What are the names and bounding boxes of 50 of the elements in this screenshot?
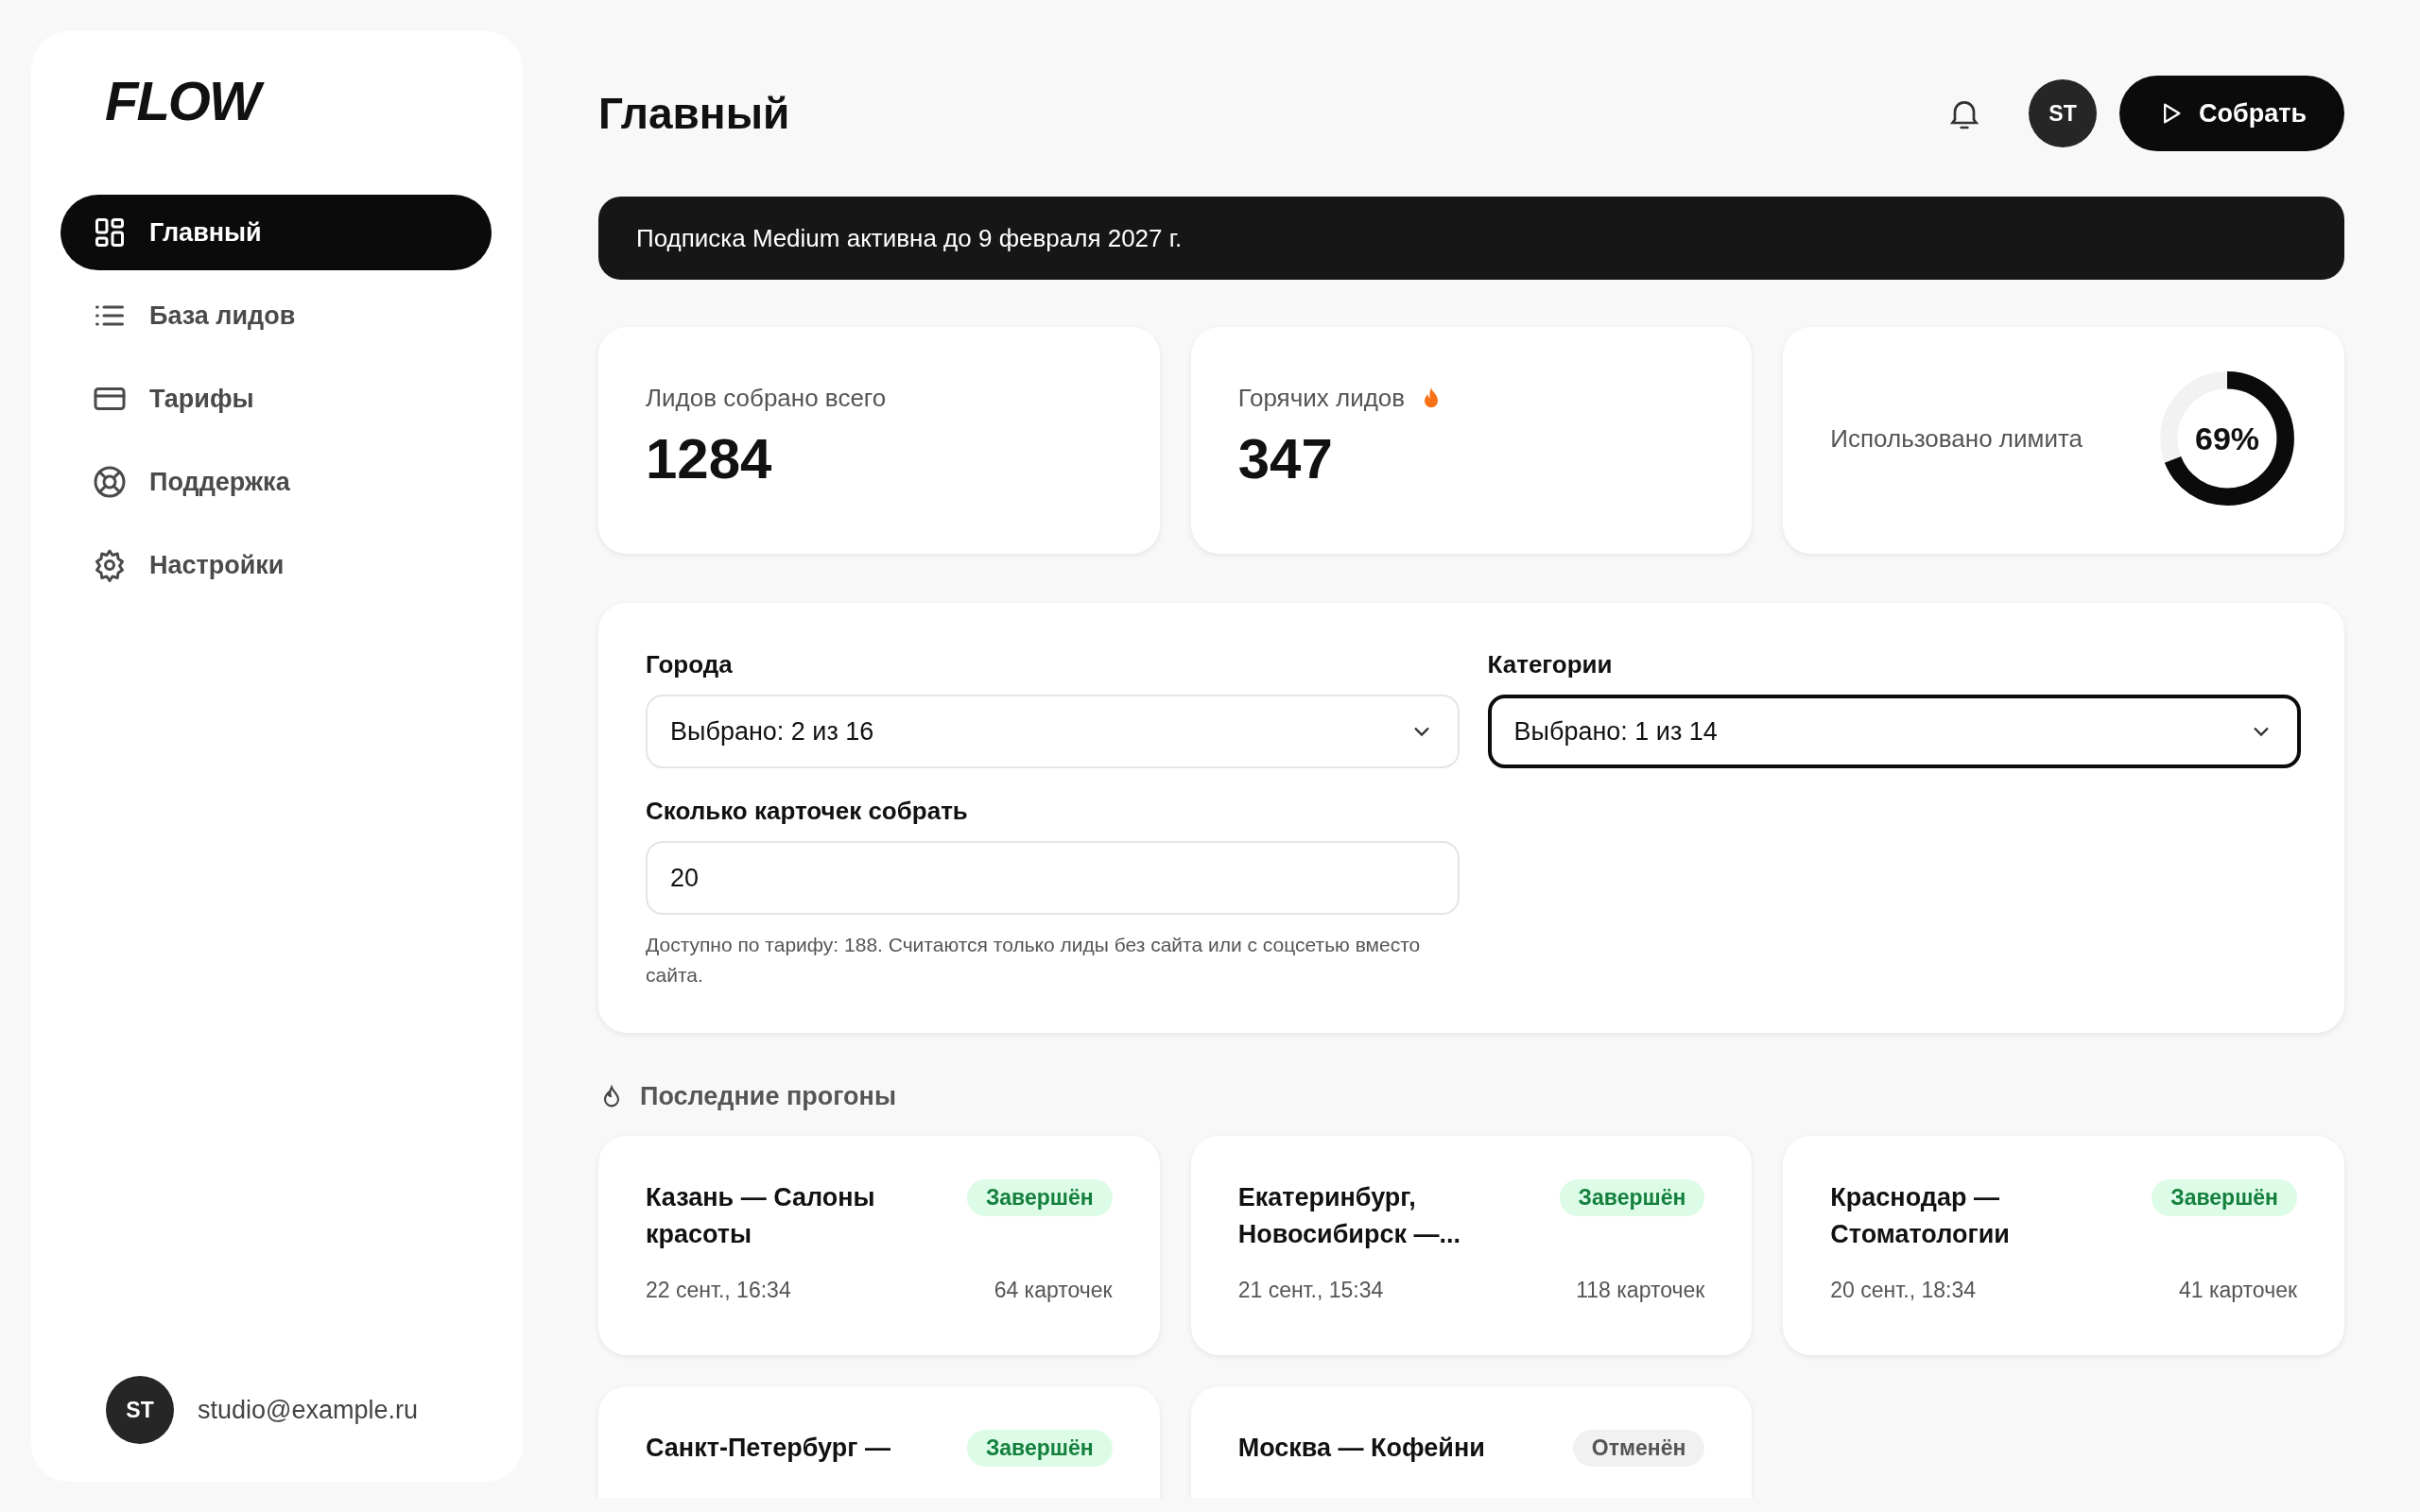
stat-value: 347 bbox=[1237, 426, 1334, 491]
run-title: Казань — Салоны красоты bbox=[646, 1182, 876, 1251]
stat-label: Горячих лидов bbox=[1237, 384, 1406, 413]
run-title: Краснодар — Стоматологии bbox=[1830, 1182, 2011, 1251]
run-card[interactable]: Санкт-Петербург — Завершён bbox=[598, 1386, 1160, 1498]
run-card[interactable]: Краснодар — Стоматологии Завершён 20 сент., 18:34 41 карточек bbox=[1783, 1136, 2344, 1355]
logo: FLOW bbox=[60, 74, 492, 129]
count-input[interactable]: 20 bbox=[646, 841, 1460, 915]
categories-select[interactable]: Выбрано: 1 из 14 bbox=[1487, 695, 2301, 768]
status-badge: Отменён bbox=[1572, 1430, 1705, 1467]
run-card[interactable]: Казань — Салоны красоты Завершён 22 сент., 16:34 64 карточек bbox=[598, 1136, 1160, 1355]
nav-item[interactable]: База лидов bbox=[60, 278, 492, 353]
status-badge: Завершён bbox=[2152, 1179, 2297, 1216]
stat-label: Использовано лимита bbox=[1830, 423, 2083, 454]
stat-label: Лидов собрано всего bbox=[646, 384, 887, 413]
nav-item[interactable]: Тарифы bbox=[60, 361, 492, 437]
grid-icon bbox=[93, 215, 127, 249]
user-email: studio@example.ru bbox=[198, 1395, 419, 1425]
run-date: 20 сент., 18:34 bbox=[1830, 1278, 1976, 1304]
field-label: Категории bbox=[1487, 650, 1614, 679]
run-title: Екатеринбург, Новосибирск —... bbox=[1237, 1182, 1461, 1251]
field-hint: Доступно по тарифу: 188. Считаются только лиды без сайта или с соцсетью вместо сайта. bbox=[646, 933, 1422, 988]
run-date: 21 сент., 15:34 bbox=[1237, 1278, 1384, 1304]
status-badge: Завершён bbox=[966, 1430, 1113, 1467]
ring-percent: 69% bbox=[2194, 422, 2260, 455]
banner-text: Подписка Medium активна до 9 февраля 2027 г. bbox=[636, 223, 1183, 253]
stat-value: 1284 bbox=[646, 426, 773, 491]
status-badge: Завершён bbox=[966, 1179, 1113, 1216]
status-badge: Завершён bbox=[1559, 1179, 1705, 1216]
page-title: Главный bbox=[598, 88, 791, 139]
lifebuoy-icon bbox=[93, 465, 127, 499]
field-label: Города bbox=[646, 650, 734, 679]
run-count: 41 карточек bbox=[2178, 1278, 2297, 1304]
section-title: Последние прогоны bbox=[640, 1082, 896, 1111]
run-title: Москва — Кофейни bbox=[1237, 1433, 1485, 1464]
nav-item[interactable]: Главный bbox=[60, 195, 492, 270]
nav-item[interactable]: Настройки bbox=[60, 527, 492, 603]
field-label: Сколько карточек собрать bbox=[646, 797, 969, 826]
run-title: Санкт-Петербург — bbox=[646, 1433, 890, 1464]
cities-select[interactable]: Выбрано: 2 из 16 bbox=[646, 695, 1460, 768]
run-card[interactable]: Москва — Кофейни Отменён bbox=[1190, 1386, 1753, 1498]
run-date: 22 сент., 16:34 bbox=[646, 1278, 791, 1304]
user-avatar[interactable]: ST bbox=[2029, 79, 2097, 147]
run-count: 118 карточек bbox=[1576, 1278, 1705, 1304]
settings-icon bbox=[93, 548, 127, 582]
user-avatar[interactable]: ST bbox=[106, 1376, 174, 1444]
run-card[interactable]: Екатеринбург, Новосибирск —... Завершён 21 сент., 15:34 118 карточек bbox=[1190, 1136, 1753, 1355]
nav-item[interactable]: Поддержка bbox=[60, 444, 492, 520]
collect-button[interactable]: Собрать bbox=[2119, 76, 2344, 151]
run-count: 64 карточек bbox=[994, 1278, 1113, 1304]
